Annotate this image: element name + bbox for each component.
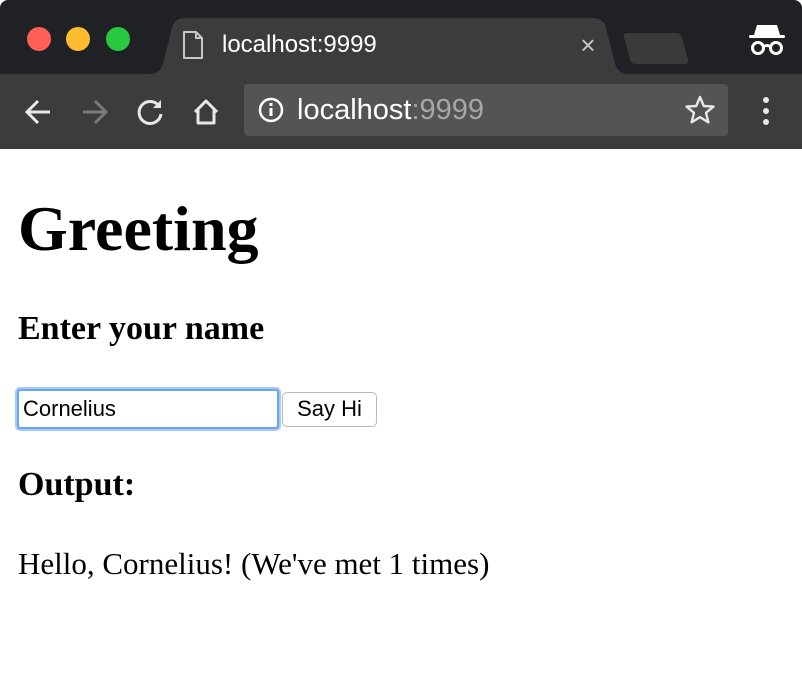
close-tab-icon[interactable]: × bbox=[577, 32, 599, 58]
document-icon bbox=[183, 31, 203, 59]
url-host: localhost bbox=[297, 94, 412, 126]
zoom-window-button[interactable] bbox=[106, 27, 130, 51]
address-bar[interactable]: localhost:9999 bbox=[244, 84, 728, 136]
new-tab-button[interactable] bbox=[622, 33, 690, 64]
tab-strip: localhost:9999 × bbox=[0, 0, 802, 74]
menu-icon[interactable] bbox=[755, 94, 777, 128]
url-port: :9999 bbox=[411, 94, 485, 126]
arrow-right-icon bbox=[83, 99, 109, 125]
name-input[interactable] bbox=[17, 389, 279, 429]
output-text: Hello, Cornelius! (We've met 1 times) bbox=[18, 546, 490, 581]
back-button[interactable] bbox=[18, 92, 58, 132]
name-prompt-heading: Enter your name bbox=[18, 310, 265, 347]
reload-button[interactable] bbox=[130, 92, 170, 132]
url-text[interactable]: localhost:9999 bbox=[297, 94, 484, 126]
incognito-icon bbox=[749, 25, 785, 55]
page-content: Greeting Enter your name Say Hi Output: … bbox=[0, 149, 802, 676]
page-title: Greeting bbox=[18, 193, 259, 264]
tab-shape bbox=[148, 18, 630, 74]
info-icon[interactable] bbox=[258, 97, 284, 123]
say-hi-button[interactable]: Say Hi bbox=[282, 392, 377, 427]
browser-toolbar: localhost:9999 bbox=[0, 74, 802, 149]
active-tab[interactable] bbox=[148, 18, 630, 74]
arrow-left-icon bbox=[24, 99, 50, 125]
forward-button[interactable] bbox=[75, 92, 115, 132]
close-window-button[interactable] bbox=[27, 27, 51, 51]
reload-icon bbox=[137, 99, 163, 125]
bookmark-star-icon[interactable] bbox=[684, 94, 716, 126]
browser-window: localhost:9999 × localhost:9999 Greeting… bbox=[0, 0, 802, 676]
tab-title: localhost:9999 bbox=[222, 31, 377, 58]
output-heading: Output: bbox=[18, 466, 136, 503]
home-button[interactable] bbox=[186, 92, 226, 132]
home-icon bbox=[193, 99, 219, 125]
minimize-window-button[interactable] bbox=[66, 27, 90, 51]
